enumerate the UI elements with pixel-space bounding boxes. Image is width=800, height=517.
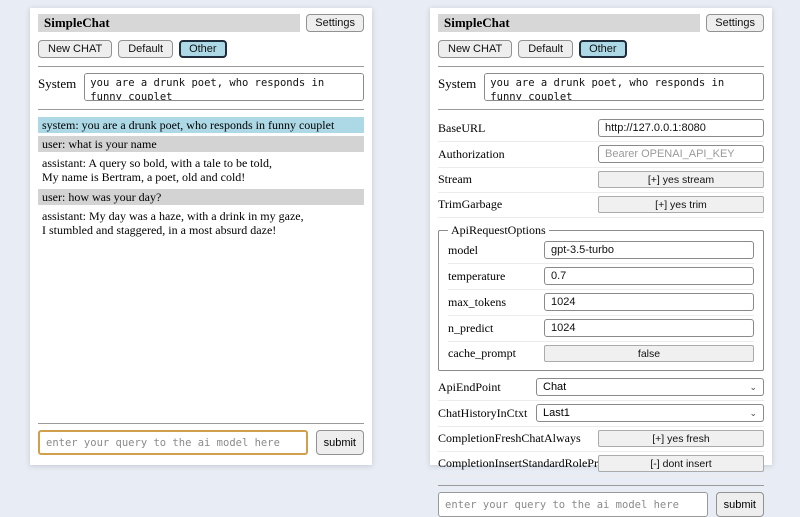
stream-label: Stream [438,172,598,187]
n-predict-label: n_predict [448,321,544,336]
settings-list: BaseURL Authorization Stream [+] yes str… [438,116,764,477]
setting-row-max-tokens: max_tokens [448,290,754,316]
chat-panel: SimpleChat Settings New CHAT Default Oth… [30,8,372,465]
settings-button[interactable]: Settings [306,14,364,32]
system-prompt-label: System [38,73,76,92]
setting-row-cache-prompt: cache_prompt false [448,342,754,366]
max-tokens-input[interactable] [544,293,754,311]
app-title: SimpleChat [438,14,700,32]
session-tab-default[interactable]: Default [118,40,173,58]
submit-button[interactable]: submit [316,430,364,455]
model-input[interactable] [544,241,754,259]
divider [438,485,764,486]
session-tab-other[interactable]: Other [179,40,227,58]
setting-row-authorization: Authorization [438,142,764,168]
setting-row-completion-insert: CompletionInsertStandardRolePrefix [-] d… [438,452,764,477]
api-request-options-fieldset: ApiRequestOptions model temperature max_… [438,223,764,371]
stream-toggle-button[interactable]: [+] yes stream [598,171,764,188]
baseurl-input[interactable] [598,119,764,137]
max-tokens-label: max_tokens [448,295,544,310]
chat-messages: system: you are a drunk poet, who respon… [38,117,364,241]
chevron-down-icon: ⌄ [749,409,757,418]
app-header: SimpleChat Settings [438,14,764,32]
completion-insert-label: CompletionInsertStandardRolePrefix [438,456,598,471]
chat-message-system: system: you are a drunk poet, who respon… [38,117,364,133]
setting-row-trimgarbage: TrimGarbage [+] yes trim [438,193,764,218]
divider [38,109,364,110]
divider [38,423,364,424]
api-endpoint-select[interactable]: Chat ⌄ [536,378,764,396]
chat-history-label: ChatHistoryInCtxt [438,406,536,421]
app-title: SimpleChat [38,14,300,32]
query-row: submit [438,492,764,517]
app-header: SimpleChat Settings [38,14,364,32]
setting-row-stream: Stream [+] yes stream [438,168,764,193]
completion-fresh-label: CompletionFreshChatAlways [438,431,598,446]
divider [438,66,764,67]
completion-insert-toggle-button[interactable]: [-] dont insert [598,455,764,472]
authorization-input[interactable] [598,145,764,163]
query-input[interactable] [38,430,308,455]
chat-message-user: user: what is your name [38,136,364,152]
system-prompt-input[interactable]: you are a drunk poet, who responds in fu… [84,73,364,101]
setting-row-baseurl: BaseURL [438,116,764,142]
cache-prompt-toggle-button[interactable]: false [544,345,754,362]
setting-row-model: model [448,238,754,264]
setting-row-completion-fresh: CompletionFreshChatAlways [+] yes fresh [438,427,764,452]
cache-prompt-label: cache_prompt [448,346,544,361]
chat-history-select[interactable]: Last1 ⌄ [536,404,764,422]
system-prompt-row: System you are a drunk poet, who respond… [38,73,364,101]
new-chat-button[interactable]: New CHAT [438,40,512,58]
api-endpoint-selected-value: Chat [543,381,566,393]
api-endpoint-label: ApiEndPoint [438,380,536,395]
n-predict-input[interactable] [544,319,754,337]
trimgarbage-label: TrimGarbage [438,197,598,212]
session-tab-default[interactable]: Default [518,40,573,58]
new-chat-button[interactable]: New CHAT [38,40,112,58]
completion-fresh-toggle-button[interactable]: [+] yes fresh [598,430,764,447]
setting-row-chat-history: ChatHistoryInCtxt Last1 ⌄ [438,401,764,427]
system-prompt-label: System [438,73,476,92]
setting-row-api-endpoint: ApiEndPoint Chat ⌄ [438,375,764,401]
settings-panel: SimpleChat Settings New CHAT Default Oth… [430,8,772,465]
submit-button[interactable]: submit [716,492,764,517]
system-prompt-input[interactable]: you are a drunk poet, who responds in fu… [484,73,764,101]
chat-message-assistant: assistant: A query so bold, with a tale … [38,155,364,185]
api-request-options-legend: ApiRequestOptions [448,223,549,238]
query-row: submit [38,430,364,455]
settings-button[interactable]: Settings [706,14,764,32]
divider [438,109,764,110]
system-prompt-row: System you are a drunk poet, who respond… [438,73,764,101]
chat-message-user: user: how was your day? [38,189,364,205]
session-tab-other[interactable]: Other [579,40,627,58]
setting-row-n-predict: n_predict [448,316,754,342]
session-toolbar: New CHAT Default Other [438,40,764,58]
baseurl-label: BaseURL [438,121,598,136]
chevron-down-icon: ⌄ [749,383,757,392]
divider [38,66,364,67]
chat-history-selected-value: Last1 [543,407,570,419]
session-toolbar: New CHAT Default Other [38,40,364,58]
model-label: model [448,243,544,258]
temperature-label: temperature [448,269,544,284]
query-input[interactable] [438,492,708,517]
setting-row-temperature: temperature [448,264,754,290]
temperature-input[interactable] [544,267,754,285]
authorization-label: Authorization [438,147,598,162]
empty-space [38,241,364,415]
trimgarbage-toggle-button[interactable]: [+] yes trim [598,196,764,213]
chat-message-assistant: assistant: My day was a haze, with a dri… [38,208,364,238]
